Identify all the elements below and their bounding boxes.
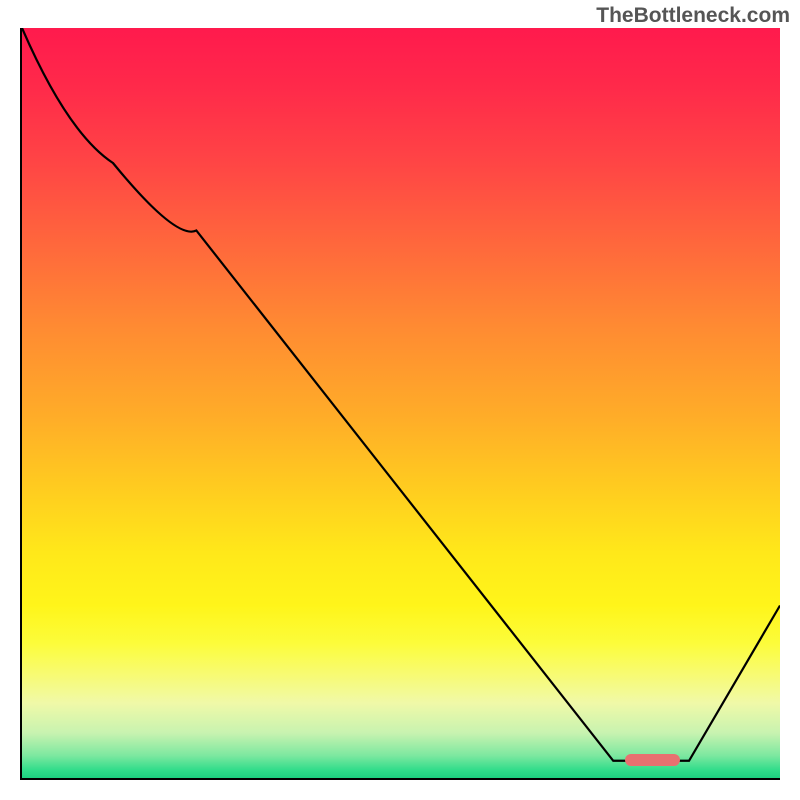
bottleneck-curve [22,28,780,778]
plot-area [20,28,780,780]
minimum-marker [625,754,680,766]
watermark-text: TheBottleneck.com [596,4,790,28]
